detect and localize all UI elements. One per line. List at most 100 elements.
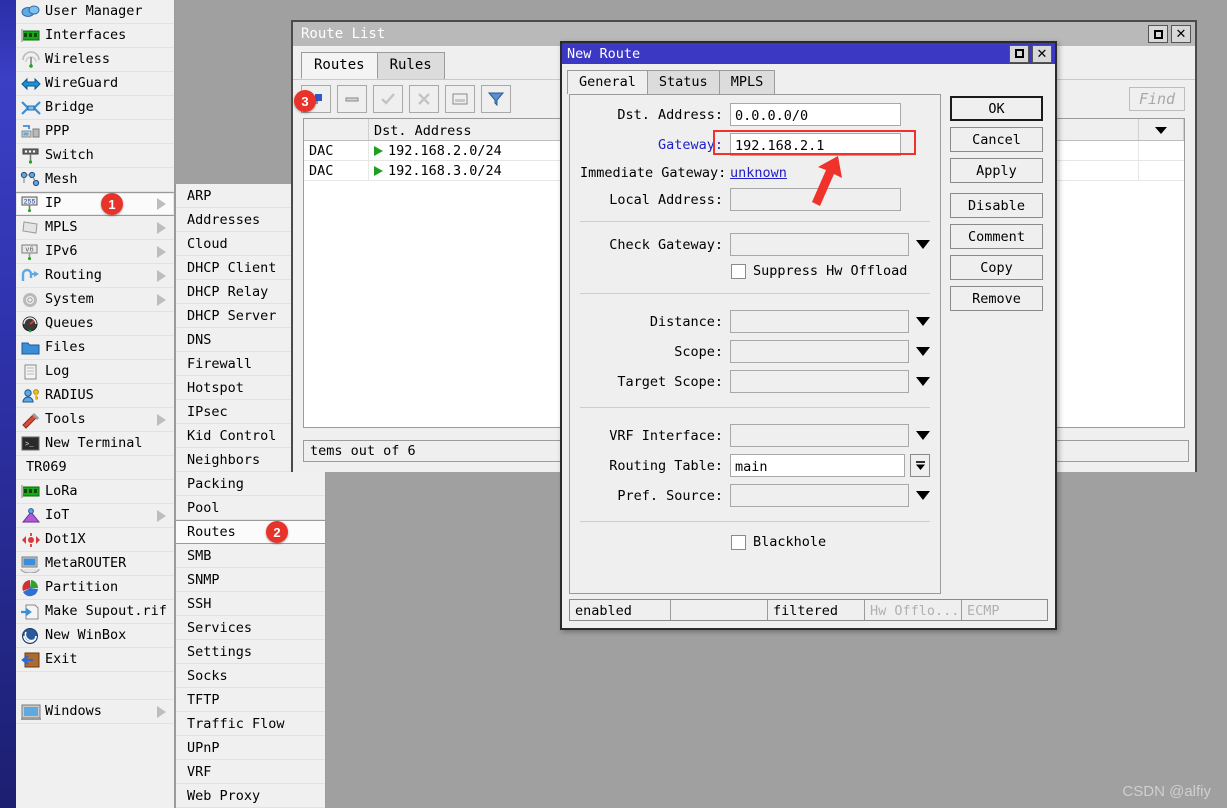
gateway-label[interactable]: Gateway: [580,137,730,153]
col-flags[interactable] [304,119,369,140]
sidebar-item-ipv6[interactable]: v6IPv6 [16,240,174,264]
pref-source-input[interactable] [730,484,909,507]
column-menu-icon[interactable] [1154,123,1168,139]
chevron-down-icon[interactable] [916,347,930,356]
status-filtered: filtered [768,600,865,620]
routing-table-input[interactable]: main [730,454,905,477]
field-blackhole[interactable]: Blackhole [731,534,930,550]
tab-mpls-label: MPLS [731,74,764,90]
submenu-item-routes[interactable]: Routes [176,520,325,544]
check-gateway-input[interactable] [730,233,909,256]
sidebar-item-new-terminal[interactable]: >_New Terminal [16,432,174,456]
gateway-input[interactable]: 192.168.2.1 [730,133,901,156]
comment-button[interactable] [445,85,475,113]
submenu-item-ssh[interactable]: SSH [176,592,325,616]
disable-button[interactable] [409,85,439,113]
submenu-item-packing[interactable]: Packing [176,472,325,496]
maximize-icon[interactable] [1009,45,1029,63]
sidebar-item-make-supout-rif[interactable]: Make Supout.rif [16,600,174,624]
sidebar-item-label: PPP [45,125,69,139]
chevron-down-icon[interactable] [916,317,930,326]
tab-rules-label: Rules [390,57,432,73]
sidebar-item-radius[interactable]: RADIUS [16,384,174,408]
sidebar-item-mesh[interactable]: Mesh [16,168,174,192]
chevron-down-icon[interactable] [916,431,930,440]
submenu-item-settings[interactable]: Settings [176,640,325,664]
new-route-titlebar[interactable]: New Route ✕ [562,43,1055,64]
tab-general[interactable]: General [567,70,648,94]
comment-button[interactable]: Comment [950,224,1043,249]
sidebar-item-mpls[interactable]: MPLS [16,216,174,240]
cancel-button[interactable]: Cancel [950,127,1043,152]
sidebar-item-wireguard[interactable]: WireGuard [16,72,174,96]
sidebar-item-dot1x[interactable]: Dot1X [16,528,174,552]
sidebar-item-metarouter[interactable]: MetaROUTER [16,552,174,576]
enable-button[interactable] [373,85,403,113]
disable-button[interactable]: Disable [950,193,1043,218]
sidebar-item-label: Queues [45,317,94,331]
submenu-item-label: Firewall [187,356,252,372]
tab-mpls[interactable]: MPLS [719,70,776,94]
remove-button[interactable]: Remove [950,286,1043,311]
vrf-interface-input[interactable] [730,424,909,447]
remove-button[interactable] [337,85,367,113]
sidebar-item-tr069[interactable]: TR069 [16,456,174,480]
sidebar-item-partition[interactable]: Partition [16,576,174,600]
immediate-gateway-value[interactable]: unknown [730,165,787,181]
sidebar-item-interfaces[interactable]: Interfaces [16,24,174,48]
sidebar-item-queues[interactable]: Queues [16,312,174,336]
sidebar-item-bridge[interactable]: Bridge [16,96,174,120]
distance-input[interactable] [730,310,909,333]
find-input[interactable]: Find [1129,87,1185,111]
copy-button[interactable]: Copy [950,255,1043,280]
sidebar-item-exit[interactable]: Exit [16,648,174,672]
scope-input[interactable] [730,340,909,363]
submenu-item-pool[interactable]: Pool [176,496,325,520]
tab-status[interactable]: Status [647,70,720,94]
blackhole-checkbox[interactable] [731,535,746,550]
sidebar-item-switch[interactable]: Switch [16,144,174,168]
field-suppress-hw-offload[interactable]: Suppress Hw Offload [731,263,930,279]
sidebar-item-user-manager[interactable]: User Manager [16,0,174,24]
sidebar-item-ip[interactable]: 255IP [16,192,174,216]
sidebar-item-new-winbox[interactable]: New WinBox [16,624,174,648]
submenu-item-label: ARP [187,188,211,204]
sidebar-item-log[interactable]: Log [16,360,174,384]
submenu-item-web-proxy[interactable]: Web Proxy [176,784,325,808]
maximize-icon[interactable] [1148,25,1168,43]
sidebar-item-lora[interactable]: LoRa [16,480,174,504]
sidebar-item-windows[interactable]: Windows [16,700,174,724]
suppress-hw-offload-checkbox[interactable] [731,264,746,279]
chevron-down-icon[interactable] [916,491,930,500]
apply-button[interactable]: Apply [950,158,1043,183]
close-icon[interactable]: ✕ [1032,45,1052,63]
sidebar-item-files[interactable]: Files [16,336,174,360]
dst-address-input[interactable]: 0.0.0.0/0 [730,103,901,126]
cell-dst-address-value: 192.168.2.0/24 [388,143,502,159]
sidebar-item-iot[interactable]: IoT [16,504,174,528]
submenu-item-vrf[interactable]: VRF [176,760,325,784]
chevron-down-icon[interactable] [916,240,930,249]
sidebar-item-ppp[interactable]: PPP [16,120,174,144]
submenu-item-tftp[interactable]: TFTP [176,688,325,712]
close-icon[interactable]: ✕ [1171,25,1191,43]
submenu-item-socks[interactable]: Socks [176,664,325,688]
tab-routes[interactable]: Routes [301,52,378,79]
local-address-input[interactable] [730,188,901,211]
tab-rules[interactable]: Rules [377,52,445,79]
sidebar-item-tools[interactable]: Tools [16,408,174,432]
sidebar-item-wireless[interactable]: Wireless [16,48,174,72]
routing-table-dropdown-button[interactable] [910,454,930,477]
ok-button[interactable]: OK [950,96,1043,121]
target-scope-input[interactable] [730,370,909,393]
sidebar-item-system[interactable]: System [16,288,174,312]
filter-button[interactable] [481,85,511,113]
submenu-item-smb[interactable]: SMB [176,544,325,568]
submenu-item-traffic-flow[interactable]: Traffic Flow [176,712,325,736]
sidebar-item-label: Wireless [45,53,110,67]
chevron-down-icon[interactable] [916,377,930,386]
submenu-item-upnp[interactable]: UPnP [176,736,325,760]
submenu-item-snmp[interactable]: SNMP [176,568,325,592]
sidebar-item-routing[interactable]: Routing [16,264,174,288]
submenu-item-services[interactable]: Services [176,616,325,640]
